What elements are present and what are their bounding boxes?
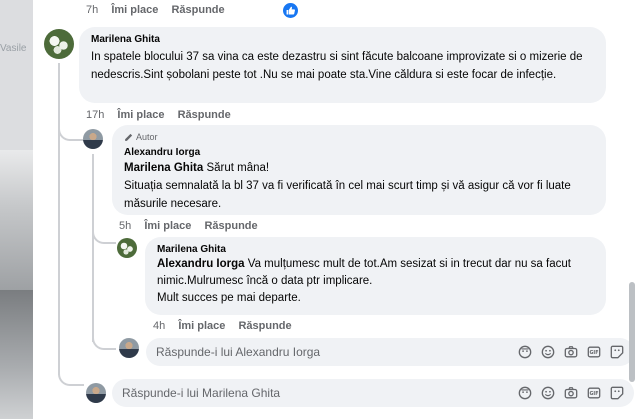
gif-icon[interactable]: GIF	[587, 345, 601, 359]
scrollbar-thumb[interactable]	[629, 282, 635, 382]
reply-input-placeholder: Răspunde-i lui Alexandru Iorga	[156, 345, 321, 359]
sticker-icon[interactable]	[610, 386, 624, 400]
comment-text: Alexandru Iorga Va mulțumesc mult de tot…	[157, 256, 594, 290]
comment-actions: 17h Îmi place Răspunde	[86, 109, 231, 121]
camera-icon[interactable]	[564, 386, 578, 400]
like-reaction-icon[interactable]	[283, 3, 298, 18]
comment-time: 5h	[119, 220, 132, 232]
reply-input[interactable]: Răspunde-i lui Alexandru Iorga GIF	[146, 338, 634, 366]
like-link[interactable]: Îmi place	[117, 109, 164, 121]
avatar[interactable]	[117, 238, 137, 258]
emoji-icon[interactable]	[541, 386, 555, 400]
avatar[interactable]	[44, 29, 74, 59]
mention-link[interactable]: Marilena Ghita	[124, 162, 203, 174]
reply-input-placeholder: Răspunde-i lui Marilena Ghita	[122, 386, 281, 400]
thread-line	[92, 154, 94, 342]
reply-link[interactable]: Răspunde	[171, 4, 224, 16]
avatar-frame-icon[interactable]	[518, 345, 532, 359]
avatar[interactable]	[83, 129, 103, 149]
thread-line	[58, 63, 60, 375]
sticker-icon[interactable]	[610, 345, 624, 359]
thread-connector	[92, 228, 116, 244]
avatar-frame-icon[interactable]	[518, 386, 532, 400]
comment-text-line: Sărut mâna!	[203, 162, 270, 174]
reply-link[interactable]: Răspunde	[204, 220, 257, 232]
comment-actions: 4h Îmi place Răspunde	[153, 320, 292, 332]
comment-bubble: Autor Alexandru Iorga Marilena Ghita Săr…	[112, 125, 606, 215]
pencil-icon	[125, 133, 133, 141]
thread-connector	[58, 372, 84, 386]
comment-bubble: Marilena Ghita Alexandru Iorga Va mulțum…	[145, 237, 606, 315]
comment-time: 4h	[153, 320, 166, 332]
reply-link[interactable]: Răspunde	[178, 109, 231, 121]
camera-icon[interactable]	[564, 345, 578, 359]
author-badge-label: Autor	[136, 132, 158, 142]
emoji-icon[interactable]	[541, 345, 555, 359]
reply-input[interactable]: Răspunde-i lui Marilena Ghita GIF	[112, 379, 634, 407]
prev-comment-actions: 7h Îmi place Răspunde	[86, 4, 225, 16]
comment-text-line: Mult succes pe mai departe.	[157, 292, 301, 304]
author-badge: Autor	[124, 131, 594, 143]
comment-time: 7h	[86, 4, 99, 16]
comment-time: 17h	[86, 109, 105, 121]
like-link[interactable]: Îmi place	[144, 220, 191, 232]
reply-link[interactable]: Răspunde	[238, 320, 291, 332]
current-user-avatar[interactable]	[86, 383, 106, 403]
comment-author[interactable]: Marilena Ghita	[91, 33, 594, 46]
comment-text: Marilena Ghita Sărut mâna!	[124, 159, 594, 177]
thread-connector	[92, 336, 116, 350]
like-link[interactable]: Îmi place	[111, 4, 158, 16]
mention-link[interactable]: Alexandru Iorga	[157, 258, 245, 270]
background-feed-strip: Vasile	[0, 0, 33, 419]
gif-icon[interactable]: GIF	[587, 386, 601, 400]
comment-author[interactable]: Alexandru Iorga	[124, 146, 594, 159]
like-link[interactable]: Îmi place	[178, 320, 225, 332]
current-user-avatar[interactable]	[119, 338, 139, 358]
comment-author[interactable]: Marilena Ghita	[157, 243, 594, 256]
svg-text:GIF: GIF	[590, 391, 599, 397]
comment-text-line: Situația semnalată la bl 37 va fi verifi…	[124, 180, 571, 210]
comment-bubble: Marilena Ghita In spatele blocului 37 sa…	[79, 27, 606, 103]
background-feed-text: Vasile	[0, 43, 27, 54]
thread-connector	[58, 125, 84, 141]
svg-text:GIF: GIF	[590, 350, 599, 356]
comment-text: In spatele blocului 37 sa vina ca este d…	[91, 51, 583, 81]
comment-actions: 5h Îmi place Răspunde	[119, 220, 258, 232]
